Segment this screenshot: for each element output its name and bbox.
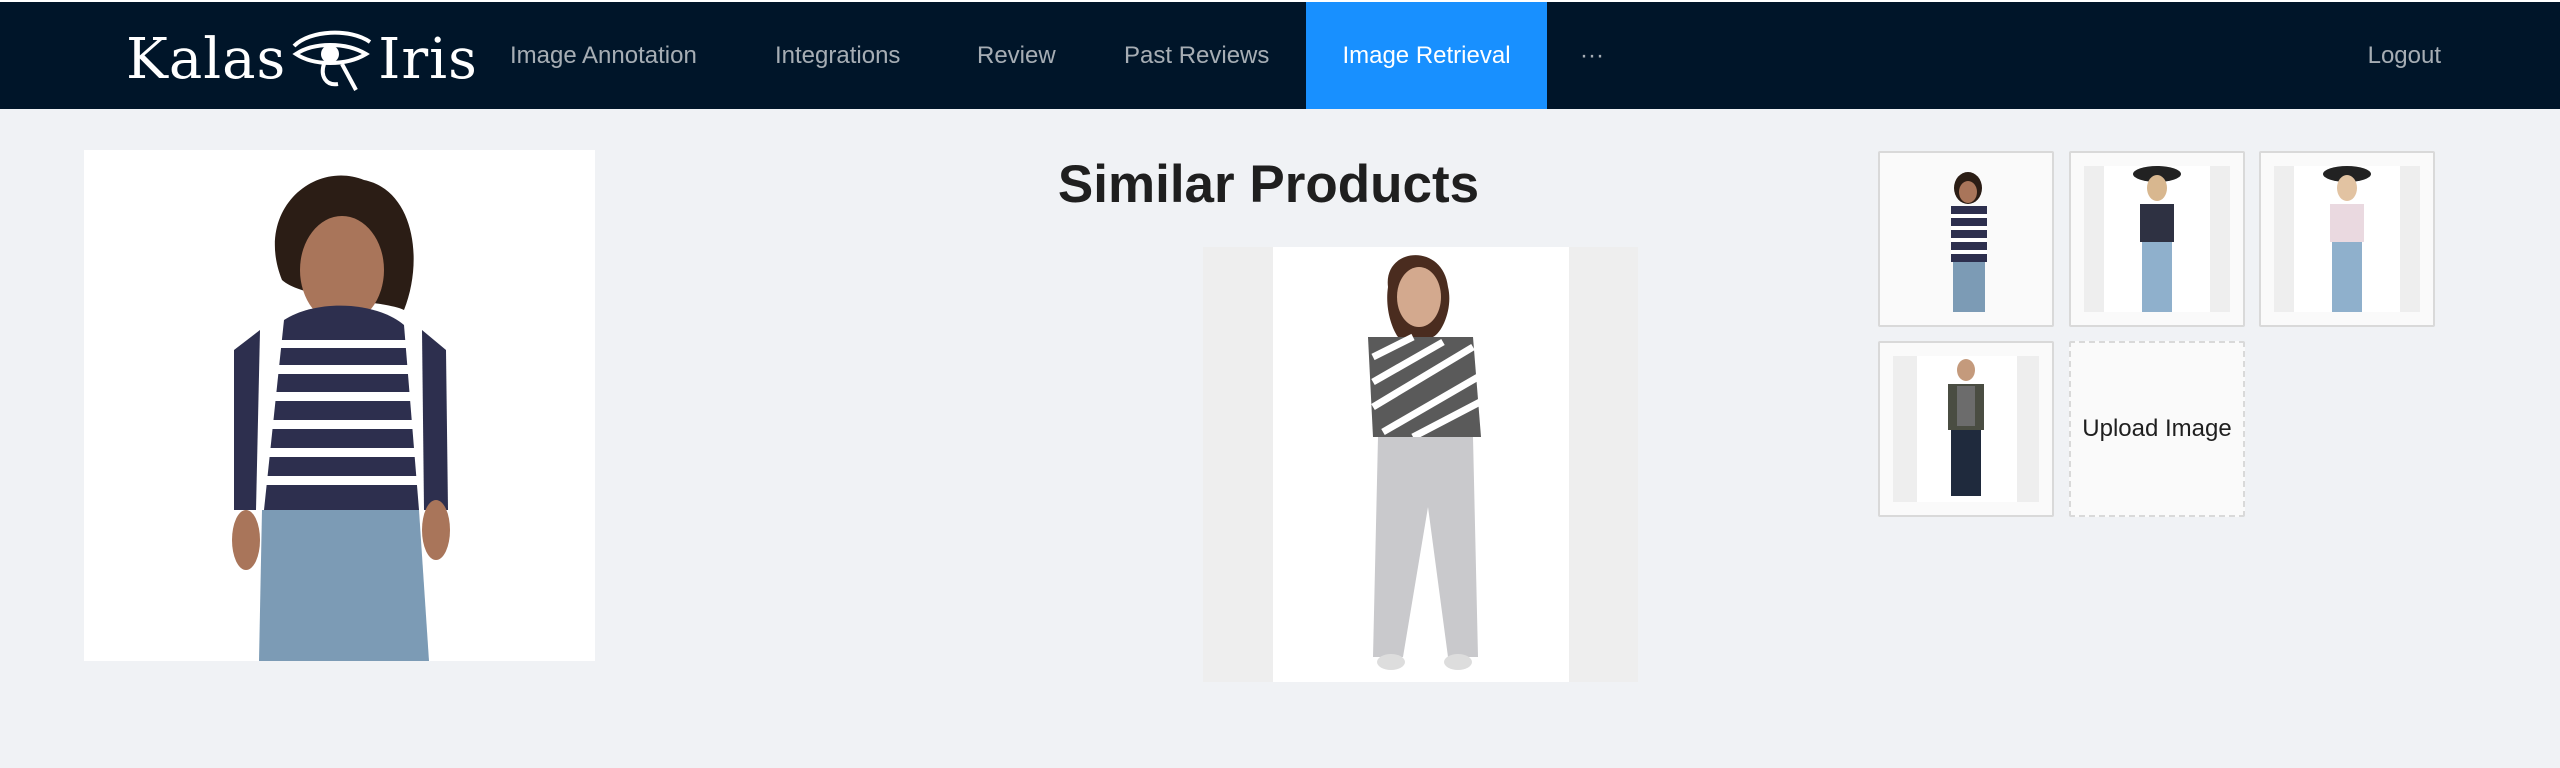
result-image-frame [1203, 247, 1638, 682]
nav-more-menu[interactable]: ··· [1580, 2, 1604, 109]
query-image-graphic [84, 150, 595, 661]
thumbnail-2[interactable] [2069, 151, 2245, 327]
result-image[interactable] [1273, 247, 1569, 682]
upload-image-button[interactable]: Upload Image [2069, 341, 2245, 517]
nav-item-review[interactable]: Review [977, 2, 1056, 109]
thumbnail-2-image [2104, 166, 2210, 312]
thumbnail-3-image [2294, 166, 2400, 312]
thumbnail-3[interactable] [2259, 151, 2435, 327]
brand-name-right: Iris [378, 26, 478, 92]
thumbnail-4[interactable] [1878, 341, 2054, 517]
brand-logo[interactable]: Kalas Iris [126, 20, 478, 98]
nav-item-image-annotation[interactable]: Image Annotation [510, 2, 697, 109]
query-image [84, 150, 595, 661]
upload-image-label: Upload Image [2082, 415, 2232, 442]
thumbnail-4-image [1917, 356, 2017, 502]
result-image-graphic [1273, 247, 1569, 682]
nav-item-past-reviews[interactable]: Past Reviews [1124, 2, 1269, 109]
brand-name-left: Kalas [126, 26, 287, 92]
top-navbar: Kalas Iris Image Annotation Integrations… [0, 0, 2560, 109]
logout-link[interactable]: Logout [2368, 2, 2441, 109]
eye-of-horus-icon [292, 30, 372, 91]
nav-item-integrations[interactable]: Integrations [775, 2, 900, 109]
nav-item-image-retrieval[interactable]: Image Retrieval [1306, 2, 1547, 109]
thumbnail-1[interactable] [1878, 151, 2054, 327]
thumbnail-1-image [1951, 172, 1987, 312]
page-title: Similar Products [1057, 155, 1480, 214]
